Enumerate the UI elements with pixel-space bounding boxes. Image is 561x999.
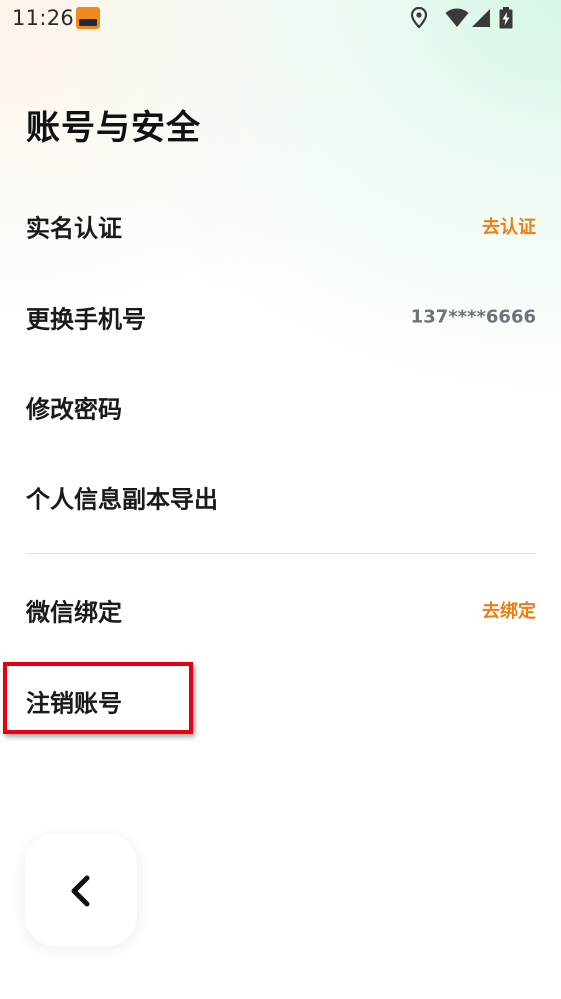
- bind-link[interactable]: 去绑定: [482, 597, 536, 623]
- status-icons: [411, 7, 521, 31]
- divider: [26, 553, 536, 554]
- verify-link[interactable]: 去认证: [482, 213, 536, 239]
- page-title: 账号与安全: [26, 108, 201, 148]
- row-label: 微信绑定: [26, 598, 122, 627]
- chevron-left-icon: [71, 875, 90, 907]
- row-label: 更换手机号: [26, 305, 146, 334]
- row-label: 修改密码: [26, 395, 122, 424]
- row-wechat-binding[interactable]: 微信绑定 去绑定: [26, 580, 536, 640]
- row-change-phone[interactable]: 更换手机号 137****6666: [26, 287, 536, 347]
- back-button[interactable]: [25, 834, 137, 946]
- phone-number-value: 137****6666: [410, 306, 536, 328]
- row-label: 个人信息副本导出: [26, 485, 218, 514]
- signal-icon: [472, 9, 490, 27]
- app-notification-icon: [76, 7, 100, 29]
- status-bar: 11:26: [0, 0, 561, 38]
- wifi-icon: [445, 8, 469, 27]
- location-icon: [411, 7, 427, 29]
- highlight-box: [3, 662, 193, 734]
- row-change-password[interactable]: 修改密码: [26, 377, 536, 437]
- status-time: 11:26: [12, 6, 75, 30]
- battery-charging-icon: [499, 7, 513, 29]
- row-real-name-verification[interactable]: 实名认证 去认证: [26, 196, 536, 256]
- row-personal-info-export[interactable]: 个人信息副本导出: [26, 467, 536, 527]
- row-label: 实名认证: [26, 214, 122, 243]
